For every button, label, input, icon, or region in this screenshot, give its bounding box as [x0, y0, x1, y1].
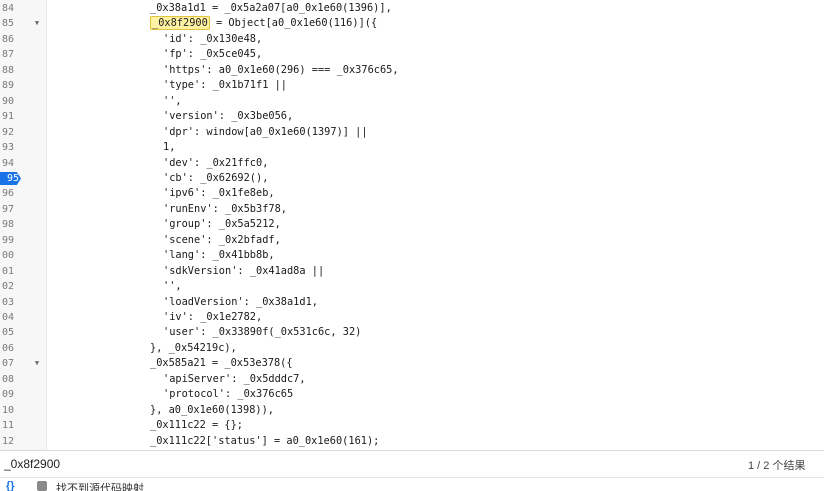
code-text: _0x8f2900 = Object[a0_0x1e60(116)]({	[150, 16, 378, 31]
fold-toggle-icon[interactable]: ▼	[32, 16, 42, 32]
code-text: _0x111c22 = {};	[150, 419, 243, 432]
line-number[interactable]: 88	[0, 63, 16, 79]
code-text: 'sdkVersion': _0x41ad8a ||	[163, 264, 325, 277]
line-number[interactable]: 02	[0, 279, 16, 295]
line-number[interactable]: 96	[0, 186, 16, 202]
code-line[interactable]: 85 ▼ _0x8f2900 = Object[a0_0x1e60(116)]({	[0, 16, 824, 32]
line-number[interactable]: 08	[0, 372, 16, 388]
code-text: 'lang': _0x41bb8b,	[163, 249, 275, 262]
pretty-print-icon[interactable]: {}	[6, 480, 15, 491]
code-text: 'https': a0_0x1e60(296) === _0x376c65,	[163, 63, 399, 76]
line-number[interactable]: 09	[0, 387, 16, 403]
code-text: '',	[163, 94, 182, 107]
code-line[interactable]: 91 'version': _0x3be056,	[0, 109, 824, 125]
line-number[interactable]: 89	[0, 78, 16, 94]
search-result-count: 1 / 2 个结果	[748, 460, 806, 472]
search-match-highlight: _0x8f2900	[150, 16, 210, 31]
code-line[interactable]: 98 'group': _0x5a5212,	[0, 217, 824, 233]
code-text: 'dev': _0x21ffc0,	[163, 156, 269, 169]
code-line[interactable]: 07 ▼ _0x585a21 = _0x53e378({	[0, 356, 824, 372]
code-text: '',	[163, 280, 182, 293]
code-text: 'scene': _0x2bfadf,	[163, 233, 281, 246]
code-editor[interactable]: 84 _0x38a1d1 = _0x5a2a07[a0_0x1e60(1396)]…	[0, 0, 824, 450]
line-number[interactable]: 92	[0, 125, 16, 141]
code-text: 'loadVersion': _0x38a1d1,	[163, 295, 318, 308]
line-number[interactable]: 00	[0, 248, 16, 264]
line-number[interactable]: 10	[0, 403, 16, 419]
code-text: }, _0x54219c),	[150, 341, 237, 354]
code-line[interactable]: 05 'user': _0x33890f(_0x531c6c, 32)	[0, 325, 824, 341]
code-line[interactable]: 99 'scene': _0x2bfadf,	[0, 233, 824, 249]
code-line[interactable]: 04 'iv': _0x1e2782,	[0, 310, 824, 326]
code-line[interactable]: 01 'sdkVersion': _0x41ad8a ||	[0, 264, 824, 280]
line-number[interactable]: 87	[0, 47, 16, 63]
line-number[interactable]: 94	[0, 156, 16, 172]
breakpoint-marker[interactable]: 95	[0, 171, 21, 185]
code-text: _0x111c22['status'] = a0_0x1e60(161);	[150, 434, 380, 447]
code-line[interactable]: 88 'https': a0_0x1e60(296) === _0x376c65,	[0, 63, 824, 79]
line-number[interactable]: 07	[0, 356, 16, 372]
code-text: 'cb': _0x62692(),	[163, 171, 269, 184]
code-text: 'runEnv': _0x5b3f78,	[163, 202, 287, 215]
code-text: 'fp': _0x5ce045,	[163, 48, 263, 61]
line-number[interactable]: 93	[0, 140, 16, 156]
line-number[interactable]: 98	[0, 217, 16, 233]
code-line[interactable]: 89 'type': _0x1b71f1 ||	[0, 78, 824, 94]
code-line[interactable]: 92 'dpr': window[a0_0x1e60(1397)] ||	[0, 125, 824, 141]
line-number[interactable]: 86	[0, 32, 16, 48]
code-line[interactable]: 96 'ipv6': _0x1fe8eb,	[0, 186, 824, 202]
code-text: 'id': _0x130e48,	[163, 32, 263, 45]
code-text: 'ipv6': _0x1fe8eb,	[163, 187, 275, 200]
code-line[interactable]: 87 'fp': _0x5ce045,	[0, 47, 824, 63]
code-line[interactable]: 10 }, a0_0x1e60(1398)),	[0, 403, 824, 419]
line-number[interactable]: 91	[0, 109, 16, 125]
code-text: 'user': _0x33890f(_0x531c6c, 32)	[163, 326, 362, 339]
code-line[interactable]: 03 'loadVersion': _0x38a1d1,	[0, 295, 824, 311]
code-line[interactable]: 08 'apiServer': _0x5dddc7,	[0, 372, 824, 388]
code-text: _0x38a1d1 = _0x5a2a07[a0_0x1e60(1396)],	[150, 2, 392, 14]
code-line[interactable]: 12 _0x111c22['status'] = a0_0x1e60(161);	[0, 434, 824, 450]
code-text: 'group': _0x5a5212,	[163, 218, 281, 231]
search-bar: 1 / 2 个结果	[0, 451, 824, 478]
code-line[interactable]: 11 _0x111c22 = {};	[0, 418, 824, 434]
code-line[interactable]: 90 '',	[0, 94, 824, 110]
code-text: 'iv': _0x1e2782,	[163, 311, 263, 323]
line-number[interactable]: 04	[0, 310, 16, 326]
code-line[interactable]: 06 }, _0x54219c),	[0, 341, 824, 357]
code-text: 'version': _0x3be056,	[163, 110, 294, 123]
line-number[interactable]: 05	[0, 325, 16, 341]
line-number[interactable]: 11	[0, 418, 16, 434]
code-line[interactable]: 95 'cb': _0x62692(),	[0, 171, 824, 187]
code-text: 1,	[163, 141, 176, 154]
line-number[interactable]: 03	[0, 295, 16, 311]
code-text: 'dpr': window[a0_0x1e60(1397)] ||	[163, 125, 368, 138]
line-number[interactable]: 84	[0, 1, 16, 17]
code-text: 'apiServer': _0x5dddc7,	[163, 372, 306, 385]
line-number[interactable]: 12	[0, 434, 16, 450]
code-line[interactable]: 94 'dev': _0x21ffc0,	[0, 156, 824, 172]
line-number[interactable]: 01	[0, 264, 16, 280]
status-bar: {} 找不到源代码映射	[0, 478, 824, 491]
code-line[interactable]: 00 'lang': _0x41bb8b,	[0, 248, 824, 264]
line-number[interactable]: 99	[0, 233, 16, 249]
source-map-status: 找不到源代码映射	[56, 483, 144, 491]
line-number[interactable]: 97	[0, 202, 16, 218]
line-number[interactable]: 90	[0, 94, 16, 110]
code-line[interactable]: 09 'protocol': _0x376c65	[0, 387, 824, 403]
code-line[interactable]: 02 '',	[0, 279, 824, 295]
bottom-panel: 1 / 2 个结果 {} 找不到源代码映射	[0, 450, 824, 491]
search-input[interactable]	[0, 454, 308, 474]
line-number[interactable]: 85	[0, 16, 16, 32]
code-line[interactable]: 93 1,	[0, 140, 824, 156]
code-line[interactable]: 97 'runEnv': _0x5b3f78,	[0, 202, 824, 218]
fold-toggle-icon[interactable]: ▼	[32, 356, 42, 372]
code-line[interactable]: 86 'id': _0x130e48,	[0, 32, 824, 48]
code-text: 'type': _0x1b71f1 ||	[163, 79, 287, 92]
code-text: _0x585a21 = _0x53e378({	[150, 357, 293, 370]
code-text: }, a0_0x1e60(1398)),	[150, 403, 274, 416]
code-text: 'protocol': _0x376c65	[163, 388, 294, 401]
code-line[interactable]: 84 _0x38a1d1 = _0x5a2a07[a0_0x1e60(1396)]…	[0, 1, 824, 17]
line-number[interactable]: 06	[0, 341, 16, 357]
